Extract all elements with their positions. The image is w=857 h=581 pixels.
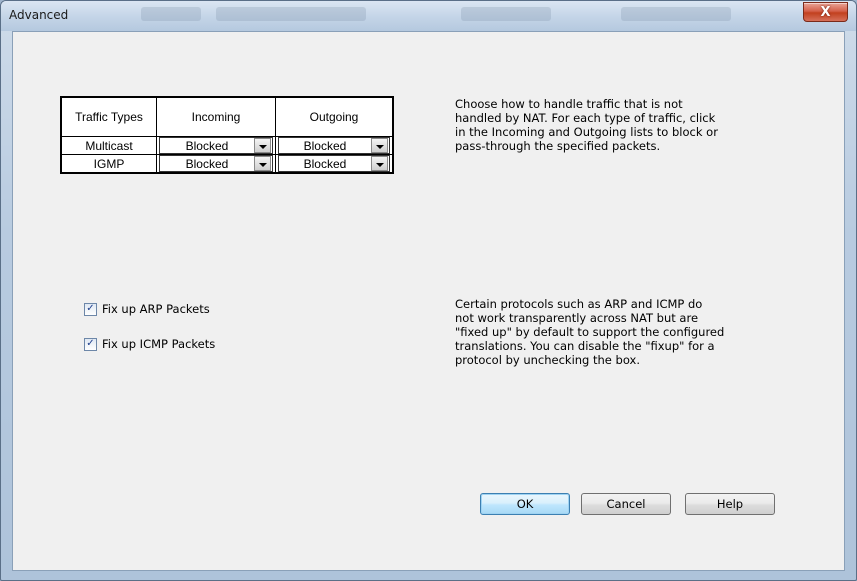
titlebar-reflection	[141, 7, 201, 21]
outgoing-cell: Blocked	[275, 154, 394, 174]
dropdown-arrow-button[interactable]	[254, 138, 271, 153]
fixup-icmp-checkbox[interactable]: ✓ Fix up ICMP Packets	[84, 337, 215, 351]
column-header-outgoing: Outgoing	[275, 96, 394, 137]
dropdown-arrow-button[interactable]	[371, 138, 388, 153]
chevron-down-icon	[375, 162, 384, 167]
titlebar-reflection	[461, 7, 551, 21]
traffic-type-cell: Multicast	[60, 136, 157, 155]
titlebar-reflection	[216, 7, 366, 21]
multicast-incoming-dropdown[interactable]: Blocked	[159, 137, 273, 154]
close-icon: X	[820, 4, 831, 20]
dropdown-value: Blocked	[185, 138, 229, 153]
column-header-traffic-types: Traffic Types	[60, 96, 157, 137]
column-header-incoming: Incoming	[156, 96, 276, 137]
traffic-types-table: Traffic Types Incoming Outgoing Multicas…	[60, 96, 394, 174]
dropdown-value: Blocked	[303, 138, 347, 153]
igmp-incoming-dropdown[interactable]: Blocked	[159, 155, 273, 172]
chevron-down-icon	[375, 144, 384, 149]
dropdown-arrow-button[interactable]	[254, 156, 271, 171]
dropdown-value: Blocked	[303, 156, 347, 171]
multicast-outgoing-dropdown[interactable]: Blocked	[278, 137, 390, 154]
ok-button[interactable]: OK	[480, 493, 570, 515]
close-button[interactable]: X	[803, 2, 848, 22]
fixup-arp-checkbox[interactable]: ✓ Fix up ARP Packets	[84, 302, 210, 316]
dropdown-value: Blocked	[185, 156, 229, 171]
checkbox-label[interactable]: Fix up ICMP Packets	[102, 337, 215, 351]
checkbox-label[interactable]: Fix up ARP Packets	[102, 302, 210, 316]
dropdown-arrow-button[interactable]	[371, 156, 388, 171]
outgoing-cell: Blocked	[275, 136, 394, 155]
table-row: IGMP Blocked Blocked	[60, 154, 394, 174]
traffic-description: Choose how to handle traffic that is not…	[455, 97, 718, 153]
table-header-row: Traffic Types Incoming Outgoing	[60, 96, 394, 137]
table-row: Multicast Blocked Blocked	[60, 136, 394, 155]
igmp-outgoing-dropdown[interactable]: Blocked	[278, 155, 390, 172]
title-bar[interactable]: Advanced X	[1, 1, 856, 31]
incoming-cell: Blocked	[156, 154, 276, 174]
chevron-down-icon	[258, 162, 267, 167]
traffic-type-cell: IGMP	[60, 154, 157, 174]
help-button[interactable]: Help	[685, 493, 775, 515]
checkmark-icon[interactable]: ✓	[84, 337, 97, 351]
window-title: Advanced	[9, 8, 69, 22]
dialog-body: Traffic Types Incoming Outgoing Multicas…	[12, 31, 845, 571]
titlebar-reflection	[621, 7, 731, 21]
checkmark-icon[interactable]: ✓	[84, 302, 97, 316]
advanced-dialog: Advanced X Traffic Types Incoming Outgoi…	[0, 0, 857, 581]
cancel-button[interactable]: Cancel	[581, 493, 671, 515]
fixup-description: Certain protocols such as ARP and ICMP d…	[455, 297, 725, 367]
chevron-down-icon	[258, 144, 267, 149]
incoming-cell: Blocked	[156, 136, 276, 155]
